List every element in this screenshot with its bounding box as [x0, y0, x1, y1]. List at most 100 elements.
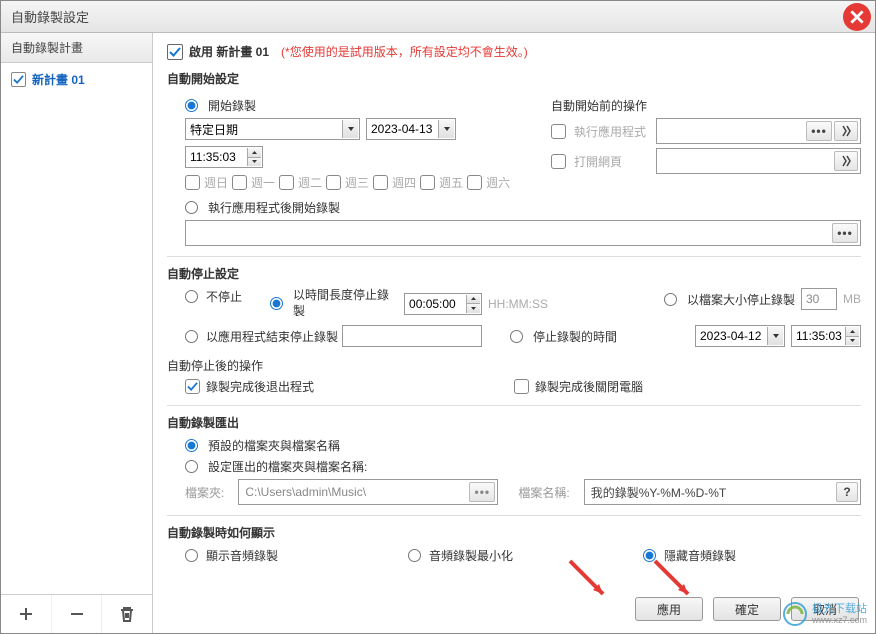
stop-date-value: 2023-04-12 — [700, 329, 761, 343]
minus-icon — [68, 605, 86, 623]
date-mode-select[interactable]: 特定日期 — [185, 118, 360, 140]
open-web-checkbox[interactable] — [551, 154, 566, 169]
cancel-button[interactable]: 取消 — [791, 597, 859, 621]
size-input[interactable]: 30 — [801, 288, 837, 310]
dropdown-icon — [342, 120, 358, 138]
folder-value: C:\Users\admin\Music\ — [245, 485, 366, 499]
browse-button[interactable]: ••• — [832, 223, 858, 243]
day-fri-checkbox[interactable] — [420, 175, 435, 190]
radio-stop-by-time[interactable] — [510, 330, 523, 343]
enable-plan-checkbox[interactable] — [167, 44, 183, 60]
radio-stop-by-size[interactable] — [664, 293, 677, 306]
shutdown-after-checkbox[interactable] — [514, 379, 529, 394]
close-button[interactable] — [843, 3, 871, 31]
stop-time-spinner[interactable]: 11:35:03 — [791, 325, 861, 347]
browse-folder-button[interactable]: ••• — [469, 482, 495, 502]
exit-after-checkbox[interactable] — [185, 379, 200, 394]
day-thu-checkbox[interactable] — [373, 175, 388, 190]
auto-stop-section-title: 自動停止設定 — [167, 265, 861, 282]
duration-spinner[interactable]: 00:05:00 — [404, 293, 482, 315]
open-web-label: 打開網頁 — [574, 153, 622, 170]
day-tue-checkbox[interactable] — [279, 175, 294, 190]
filename-label: 檔案名稱: — [518, 484, 569, 501]
filename-help-button[interactable]: ? — [836, 482, 858, 502]
check-icon — [13, 74, 24, 85]
spinner-icon — [247, 148, 261, 166]
browse-button[interactable]: ••• — [806, 121, 832, 141]
start-time-value: 11:35:03 — [190, 150, 236, 164]
after-stop-title: 自動停止後的操作 — [167, 357, 263, 374]
day-wed-checkbox[interactable] — [326, 175, 341, 190]
shutdown-after-label: 錄製完成後關閉電腦 — [535, 378, 643, 395]
filename-value: 我的錄製%Y-%M-%D-%T — [591, 484, 727, 501]
expand-button[interactable] — [834, 151, 858, 171]
ok-button[interactable]: 確定 — [713, 597, 781, 621]
apply-button[interactable]: 應用 — [635, 597, 703, 621]
radio-stop-by-time-label: 停止錄製的時間 — [533, 328, 617, 345]
auto-start-section-title: 自動開始設定 — [167, 70, 861, 87]
add-plan-button[interactable] — [1, 595, 51, 633]
dropdown-icon — [767, 327, 783, 345]
radio-start-after-app[interactable] — [185, 201, 198, 214]
radio-stop-by-app-end[interactable] — [185, 330, 198, 343]
trial-note: (*您使用的是試用版本，所有設定均不會生效。) — [281, 43, 528, 60]
open-web-url-input[interactable] — [656, 148, 861, 174]
plan-checkbox[interactable] — [11, 72, 26, 87]
expand-button[interactable] — [834, 121, 858, 141]
delete-plan-button[interactable] — [101, 595, 152, 633]
start-date-picker[interactable]: 2023-04-13 — [366, 118, 456, 140]
titlebar: 自動錄製設定 — [1, 1, 875, 33]
day-sat-checkbox[interactable] — [467, 175, 482, 190]
enable-plan-label: 啟用 新計畫 01 — [189, 43, 269, 60]
sidebar-plan-item[interactable]: 新計畫 01 — [1, 63, 152, 96]
display-section-title: 自動錄製時如何顯示 — [167, 524, 861, 541]
day-sun-checkbox[interactable] — [185, 175, 200, 190]
radio-no-stop-label: 不停止 — [206, 288, 242, 305]
radio-no-stop[interactable] — [185, 290, 198, 303]
content-panel: 啟用 新計畫 01 (*您使用的是試用版本，所有設定均不會生效。) 自動開始設定… — [153, 33, 875, 633]
radio-start-recording[interactable] — [185, 99, 198, 112]
day-mon-checkbox[interactable] — [232, 175, 247, 190]
radio-display-min-label: 音頻錄製最小化 — [429, 547, 513, 564]
check-icon — [169, 46, 181, 58]
radio-display-min[interactable] — [408, 549, 421, 562]
chevron-right-icon — [840, 125, 852, 137]
run-app-label: 執行應用程式 — [574, 123, 646, 140]
remove-plan-button[interactable] — [51, 595, 102, 633]
radio-export-custom-label: 設定匯出的檔案夾與檔案名稱: — [208, 458, 367, 475]
spinner-icon — [845, 327, 859, 345]
dropdown-icon — [438, 120, 454, 138]
radio-stop-by-app-end-label: 以應用程式結束停止錄製 — [206, 328, 338, 345]
radio-export-custom[interactable] — [185, 460, 198, 473]
days-row: 週日 週一 週二 週三 週四 週五 週六 — [185, 174, 539, 191]
close-icon — [850, 10, 864, 24]
app-path-input[interactable]: ••• — [185, 220, 861, 246]
date-mode-value: 特定日期 — [190, 121, 238, 138]
stop-time-value: 11:35:03 — [796, 329, 842, 343]
window-title: 自動錄製設定 — [11, 7, 89, 26]
radio-export-default[interactable] — [185, 439, 198, 452]
stop-date-picker[interactable]: 2023-04-12 — [695, 325, 785, 347]
radio-display-hide[interactable] — [643, 549, 656, 562]
check-icon — [187, 381, 198, 392]
radio-stop-by-size-label: 以檔案大小停止錄製 — [687, 291, 795, 308]
radio-start-recording-label: 開始錄製 — [208, 97, 256, 114]
filename-input[interactable]: 我的錄製%Y-%M-%D-%T ? — [584, 479, 861, 505]
radio-display-show[interactable] — [185, 549, 198, 562]
run-app-path-input[interactable]: ••• — [656, 118, 861, 144]
radio-display-hide-label: 隱藏音頻錄製 — [664, 547, 736, 564]
stop-app-input[interactable] — [342, 325, 482, 347]
exit-after-label: 錄製完成後退出程式 — [206, 378, 314, 395]
folder-input[interactable]: C:\Users\admin\Music\ ••• — [238, 479, 498, 505]
radio-display-show-label: 顯示音頻錄製 — [206, 547, 278, 564]
start-time-spinner[interactable]: 11:35:03 — [185, 146, 263, 168]
radio-stop-by-duration[interactable] — [270, 297, 283, 310]
run-app-checkbox[interactable] — [551, 124, 566, 139]
folder-label: 檔案夾: — [185, 484, 224, 501]
plus-icon — [17, 605, 35, 623]
pre-actions-title: 自動開始前的操作 — [551, 97, 647, 114]
spinner-icon — [466, 295, 480, 313]
duration-hint: HH:MM:SS — [488, 297, 548, 311]
plan-name-label: 新計畫 01 — [32, 71, 85, 88]
sidebar-footer — [1, 594, 152, 633]
